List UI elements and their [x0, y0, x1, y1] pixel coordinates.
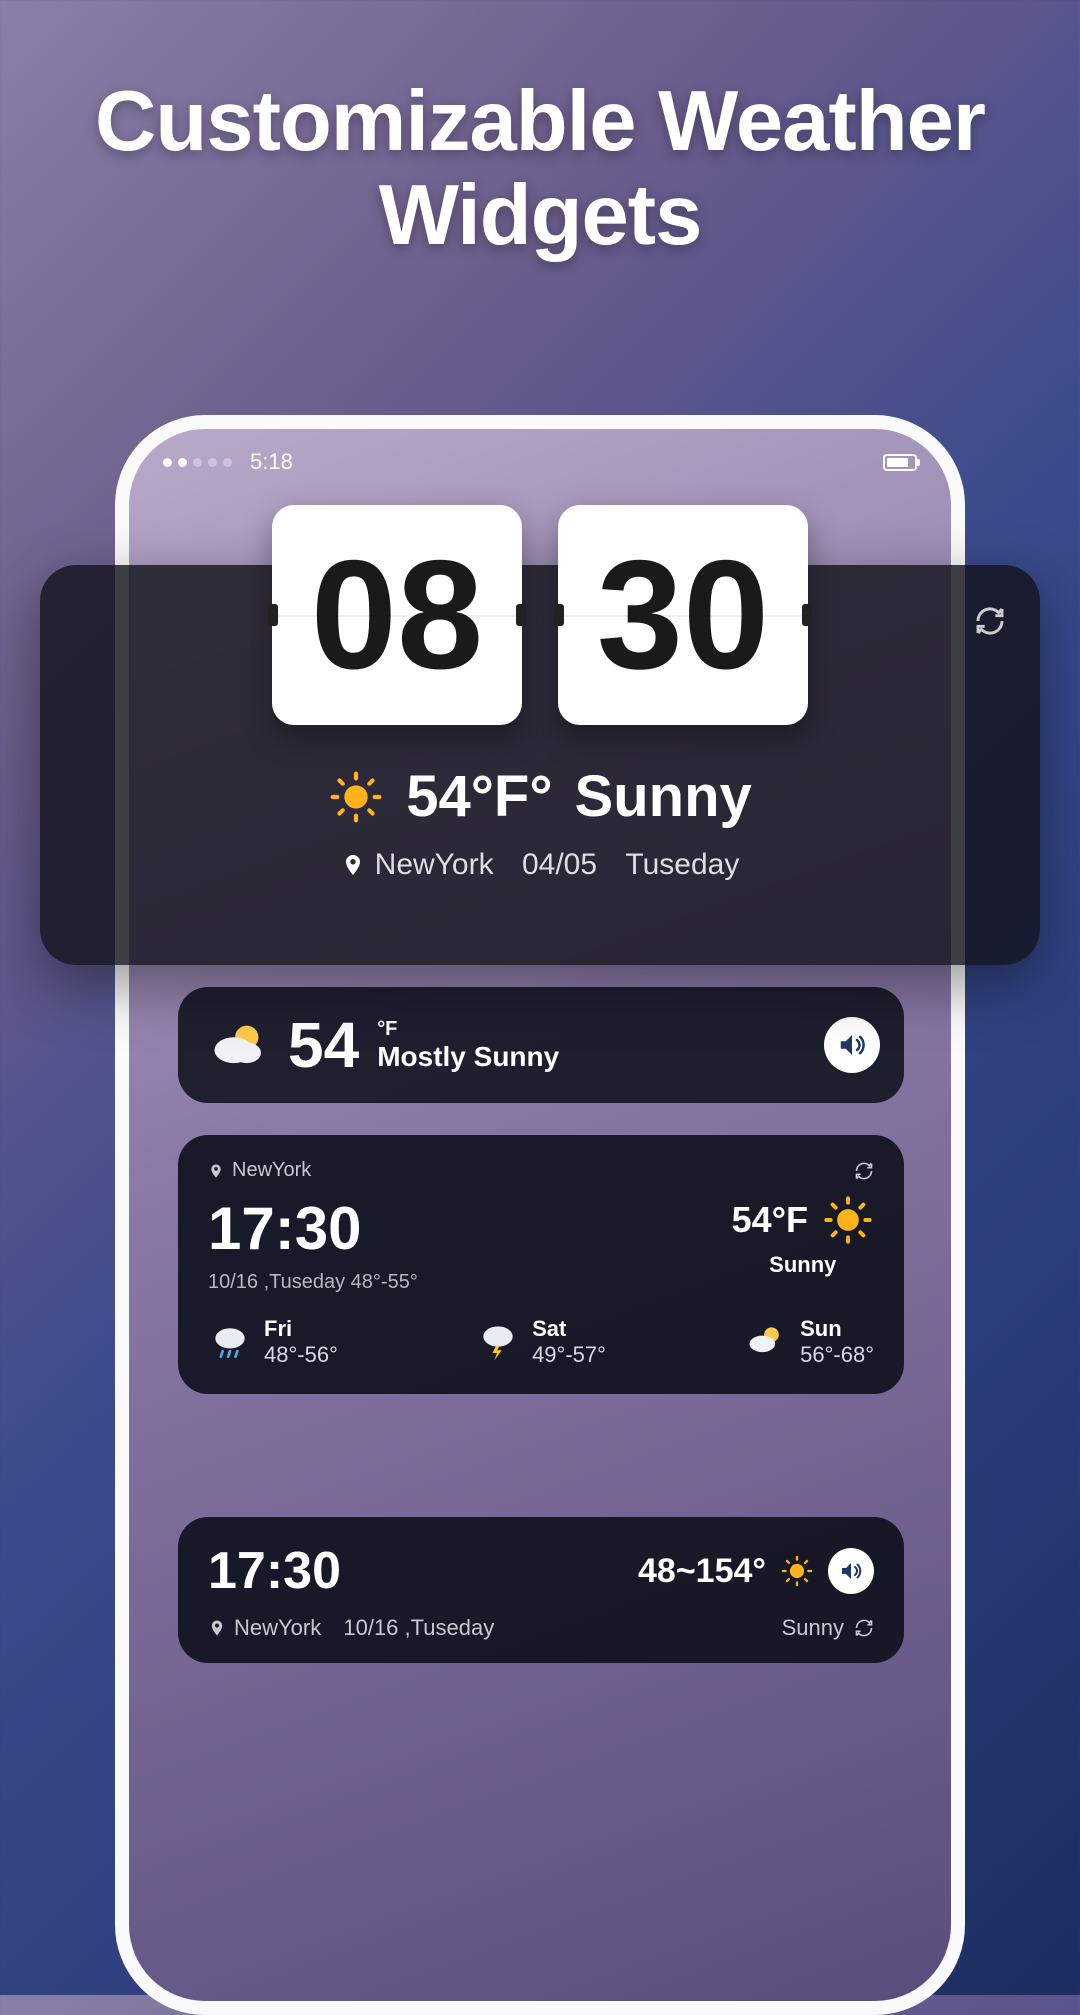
hero-line1: Customizable Weather	[95, 74, 985, 169]
compact-widget[interactable]: 54 °F Mostly Sunny	[178, 987, 904, 1103]
location-pin-icon	[208, 1163, 224, 1179]
refresh-icon[interactable]	[854, 1161, 874, 1181]
hero-line2: Widgets	[379, 168, 702, 263]
flip-weekday: Tuseday	[625, 848, 739, 882]
location-pin-icon	[208, 1619, 226, 1637]
row-bottom: NewYork 10/16 ,Tuseday Sunny	[208, 1615, 874, 1641]
partly-cloudy-icon	[208, 1014, 270, 1076]
compact-temp: 54	[288, 1008, 359, 1082]
status-bar: 5:18	[129, 429, 951, 481]
flip-weather-row: 54°F° Sunny	[80, 763, 1000, 830]
flip-minute: 30	[597, 526, 769, 704]
detail-date-line: 10/16 ,Tuseday 48°-55°	[208, 1271, 418, 1294]
flip-location-row: NewYork 04/05 Tuseday	[80, 848, 1000, 882]
forecast-day: Sun 56°-68°	[744, 1316, 874, 1368]
forecast-day-range: 56°-68°	[800, 1342, 874, 1368]
compact-text: °F Mostly Sunny	[377, 1018, 559, 1073]
detail-widget[interactable]: NewYork 17:30 10/16 ,Tuseday 48°-55° 54°…	[178, 1135, 904, 1394]
detail-temp: 54°F	[732, 1199, 808, 1241]
forecast-day-name: Sun	[800, 1316, 874, 1342]
forecast-day-range: 48°-56°	[264, 1342, 338, 1368]
hero-title: Customizable Weather Widgets	[0, 75, 1080, 262]
status-left: 5:18	[163, 449, 293, 475]
row-range: 48~154°	[638, 1552, 766, 1591]
row-condition: Sunny	[782, 1615, 844, 1641]
sun-icon	[822, 1194, 874, 1246]
speak-button[interactable]	[824, 1017, 880, 1073]
storm-icon	[476, 1320, 520, 1364]
rain-icon	[208, 1320, 252, 1364]
location-pin-icon	[341, 853, 365, 877]
forecast-day-name: Sat	[532, 1316, 606, 1342]
detail-condition: Sunny	[769, 1252, 836, 1278]
partly-cloudy-icon	[744, 1320, 788, 1364]
forecast-day: Fri 48°-56°	[208, 1316, 338, 1368]
forecast-day: Sat 49°-57°	[476, 1316, 606, 1368]
flip-clock-widget[interactable]: 08 30 54°F° Sunny	[40, 565, 1040, 965]
compact-unit: °F	[377, 1018, 559, 1041]
flip-date: 04/05	[522, 848, 597, 882]
flip-hour-card: 08	[272, 505, 522, 725]
flip-hour: 08	[311, 526, 483, 704]
row-widget[interactable]: 17:30 48~154° NewYork 10/16 ,Tuseday Sun…	[178, 1517, 904, 1663]
speak-button[interactable]	[828, 1548, 874, 1594]
detail-top-row: NewYork	[208, 1159, 874, 1182]
refresh-icon[interactable]	[974, 605, 1006, 637]
flip-temp: 54°F°	[406, 763, 552, 830]
detail-location: NewYork	[232, 1159, 311, 1182]
flip-minute-card: 30	[558, 505, 808, 725]
battery-icon	[883, 454, 917, 471]
page-dots	[163, 458, 232, 467]
status-time: 5:18	[250, 449, 293, 475]
row-location: NewYork	[234, 1615, 321, 1641]
refresh-icon[interactable]	[854, 1618, 874, 1638]
row-top: 17:30 48~154°	[208, 1541, 874, 1601]
forecast-day-range: 49°-57°	[532, 1342, 606, 1368]
flip-condition: Sunny	[575, 763, 752, 830]
compact-condition: Mostly Sunny	[377, 1041, 559, 1073]
detail-main: 17:30 10/16 ,Tuseday 48°-55° 54°F Sunny	[208, 1194, 874, 1294]
detail-time: 17:30	[208, 1194, 418, 1263]
row-date: 10/16 ,Tuseday	[343, 1615, 494, 1641]
flip-cards: 08 30	[80, 505, 1000, 725]
sun-icon	[780, 1554, 814, 1588]
forecast-day-name: Fri	[264, 1316, 338, 1342]
detail-forecast: Fri 48°-56° Sat 49°-57° Sun 56°-68°	[208, 1316, 874, 1368]
flip-location: NewYork	[375, 848, 494, 882]
sun-icon	[328, 769, 384, 825]
row-time: 17:30	[208, 1541, 341, 1601]
